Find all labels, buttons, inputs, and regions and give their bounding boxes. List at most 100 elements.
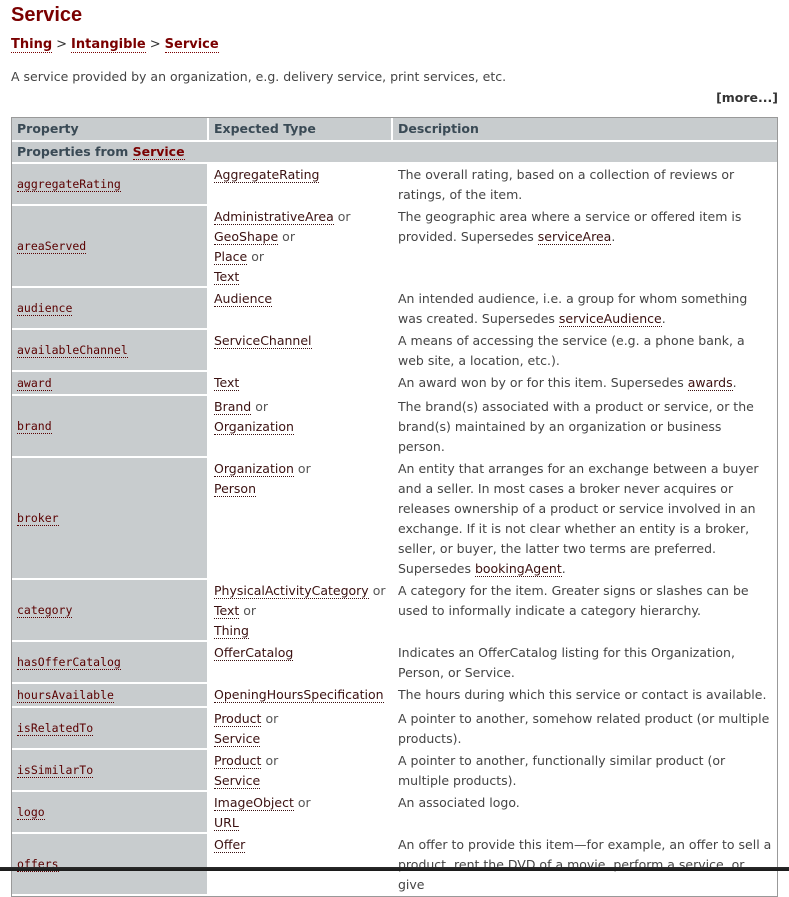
type-description: A service provided by an organization, e… [11,69,507,84]
expected-type-link[interactable]: Text [214,269,240,285]
expected-type-cell: AdministrativeArea or GeoShape or Place or Tex… [209,206,393,288]
property-cell: hasOfferCatalog [12,642,209,684]
description-cell: A pointer to another, somehow related pr… [393,708,777,750]
expected-type-line: Brand or [214,397,388,417]
expected-type-link[interactable]: Text [214,603,240,619]
property-cell: category [12,580,209,642]
property-link[interactable]: hasOfferCatalog [17,655,121,670]
expected-type-link[interactable]: Service [214,773,261,789]
property-link[interactable]: isRelatedTo [17,721,94,736]
expected-type-line: GeoShape or [214,227,388,247]
breadcrumb-service[interactable]: Service [164,37,219,53]
expected-type-link[interactable]: OpeningHoursSpecification [214,687,384,703]
expected-type-line: Place or [214,247,388,267]
breadcrumb-thing[interactable]: Thing [11,37,53,53]
description-text: An entity that arranges for an exchange … [398,461,759,576]
expected-type-link[interactable]: Place [214,249,248,265]
expected-type-link[interactable]: Product [214,711,262,727]
property-link[interactable]: hoursAvailable [17,688,114,703]
expected-type-link[interactable]: Text [214,375,240,391]
table-row: isRelatedTo Product or Service A pointer to … [12,708,777,750]
page: Service Thing > Intangible > Service A servi… [0,0,789,897]
table-row: category PhysicalActivityCategory or Text or… [12,580,777,642]
breadcrumb-separator: > [149,37,161,52]
description-cell: An associated logo. [393,792,777,834]
description-cell: An offer to provide this item—for exampl… [393,834,777,896]
expected-type-link[interactable]: PhysicalActivityCategory [214,583,369,599]
description-text: . [661,311,666,326]
expected-type-cell: AggregateRating [209,164,393,206]
property-cell: offers [12,834,209,896]
expected-type-link[interactable]: Brand [214,399,252,415]
or-separator: or [255,399,269,414]
breadcrumb-intangible[interactable]: Intangible [71,37,146,53]
expected-type-link[interactable]: AggregateRating [214,167,320,183]
header-property: Property [12,118,209,142]
property-link[interactable]: areaServed [17,239,87,254]
expected-type-line: AdministrativeArea or [214,207,388,227]
or-separator: or [251,249,265,264]
expected-type-link[interactable]: Thing [214,623,249,639]
more-container: [more...] [11,89,778,107]
or-separator: or [297,795,311,810]
superseded-property-link[interactable]: awards [687,375,733,391]
expected-type-line: Service [214,729,388,749]
superseded-property-link[interactable]: serviceArea [537,229,612,245]
expected-type-link[interactable]: Organization [214,461,294,477]
table-row: isSimilarTo Product or Service A pointer to … [12,750,777,792]
section-header-row: Properties from Service [12,142,777,164]
or-separator: or [265,753,279,768]
property-link[interactable]: isSimilarTo [17,763,94,778]
expected-type-link[interactable]: ServiceChannel [214,333,312,349]
property-cell: brand [12,396,209,458]
property-link[interactable]: brand [17,419,52,434]
expected-type-cell: Product or Service [209,708,393,750]
property-cell: hoursAvailable [12,684,209,708]
description-text: A means of accessing the service (e.g. a… [398,333,745,368]
or-separator: or [372,583,386,598]
header-description: Description [393,118,777,142]
expected-type-link[interactable]: GeoShape [214,229,279,245]
description-cell: An entity that arranges for an exchange … [393,458,777,580]
expected-type-link[interactable]: Product [214,753,262,769]
property-link[interactable]: award [17,376,52,391]
description-cell: Indicates an OfferCatalog listing for th… [393,642,777,684]
expected-type-cell: OpeningHoursSpecification [209,684,393,708]
property-link[interactable]: audience [17,301,73,316]
description-text: . [611,229,616,244]
property-cell: audience [12,288,209,330]
more-link[interactable]: [more...] [716,90,778,105]
property-link[interactable]: aggregateRating [17,177,121,192]
expected-type-line: URL [214,813,388,833]
section-service-link[interactable]: Service [132,144,185,160]
expected-type-link[interactable]: Audience [214,291,273,307]
property-link[interactable]: logo [17,805,45,820]
expected-type-link[interactable]: Service [214,731,261,747]
expected-type-line: AggregateRating [214,165,388,185]
expected-type-line: Offer [214,835,388,855]
page-title: Service [11,4,83,26]
description-cell: The overall rating, based on a collectio… [393,164,777,206]
expected-type-link[interactable]: Offer [214,837,246,853]
expected-type-cell: ImageObject or URL [209,792,393,834]
expected-type-link[interactable]: ImageObject [214,795,294,811]
property-cell: aggregateRating [12,164,209,206]
expected-type-line: Text [214,267,388,287]
breadcrumb-separator: > [56,37,68,52]
property-cell: logo [12,792,209,834]
expected-type-link[interactable]: URL [214,815,239,831]
property-link[interactable]: broker [17,511,59,526]
property-link[interactable]: availableChannel [17,343,128,358]
superseded-property-link[interactable]: serviceAudience [558,311,662,327]
superseded-property-link[interactable]: bookingAgent [474,561,562,577]
expected-type-link[interactable]: OfferCatalog [214,645,294,661]
expected-type-link[interactable]: AdministrativeArea [214,209,334,225]
expected-type-link[interactable]: Organization [214,419,294,435]
section-header: Properties from Service [12,142,777,164]
description-text: The brand(s) associated with a product o… [398,399,754,454]
expected-type-cell: Text [209,372,393,396]
property-link[interactable]: category [17,603,73,618]
expected-type-line: ImageObject or [214,793,388,813]
expected-type-link[interactable]: Person [214,481,257,497]
description-text: The hours during which this service or c… [398,687,767,702]
